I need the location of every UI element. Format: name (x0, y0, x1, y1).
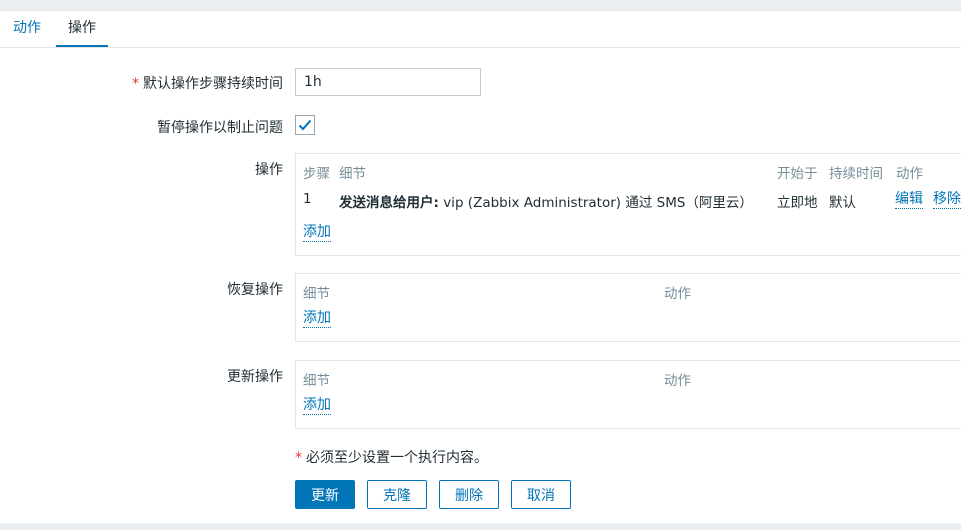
note-text: 必须至少设置一个执行内容。 (306, 450, 488, 466)
header-details: 细节 (339, 166, 366, 182)
recovery-header-details: 细节 (303, 286, 330, 302)
tab-bar: 动作 操作 (0, 11, 961, 48)
checkmark-icon (298, 119, 312, 131)
header-start-in: 开始于 (777, 166, 818, 182)
recovery-operations-table: 细节 动作 添加 (295, 273, 961, 342)
add-operation-link[interactable]: 添加 (303, 224, 331, 242)
delete-button[interactable]: 删除 (439, 480, 499, 509)
add-recovery-operation-link[interactable]: 添加 (303, 310, 331, 328)
remove-link[interactable]: 移除 (933, 191, 961, 209)
edit-link[interactable]: 编辑 (895, 191, 923, 209)
row-details-text: vip (Zabbix Administrator) 通过 SMS（阿里云） (438, 195, 753, 211)
row-details-type: 发送消息给用户: (339, 195, 439, 211)
duration-input[interactable] (295, 68, 481, 96)
row-duration: 默认 (829, 195, 856, 211)
duration-label-text: 默认操作步骤持续时间 (143, 76, 283, 92)
header-duration: 持续时间 (829, 166, 883, 182)
operations-table: 步骤 细节 开始于 持续时间 动作 1 发送消息给用户: vip (Zabbix… (295, 153, 961, 256)
update-operations-table: 细节 动作 添加 (295, 360, 961, 429)
row-step: 1 (303, 191, 312, 207)
tab-action[interactable]: 动作 (13, 11, 41, 45)
tab-operations[interactable]: 操作 (56, 11, 108, 47)
requirement-note: * 必须至少设置一个执行内容。 (295, 447, 488, 467)
update-header-details: 细节 (303, 373, 330, 389)
pause-label: 暂停操作以制止问题 (157, 120, 283, 136)
row-details: 发送消息给用户: vip (Zabbix Administrator) 通过 S… (339, 191, 753, 211)
cancel-button[interactable]: 取消 (511, 480, 571, 509)
update-button[interactable]: 更新 (295, 480, 355, 509)
note-required-mark: * (295, 450, 302, 466)
clone-button[interactable]: 克隆 (367, 480, 427, 509)
header-action: 动作 (896, 166, 923, 182)
header-step: 步骤 (303, 166, 330, 182)
update-operations-label: 更新操作 (227, 369, 283, 385)
pause-checkbox[interactable] (295, 115, 315, 135)
add-update-operation-link[interactable]: 添加 (303, 397, 331, 415)
recovery-operations-label: 恢复操作 (227, 282, 283, 298)
update-header-action: 动作 (664, 373, 691, 389)
required-mark: * (132, 76, 139, 92)
operations-label: 操作 (255, 162, 283, 178)
row-start-in: 立即地 (777, 195, 818, 211)
duration-label: * 默认操作步骤持续时间 (132, 73, 283, 93)
action-form-panel: 动作 操作 *默认操作步骤持续时间 暂停操作以制止问题 操作 步骤 细节 开始于… (0, 10, 961, 523)
recovery-header-action: 动作 (664, 286, 691, 302)
